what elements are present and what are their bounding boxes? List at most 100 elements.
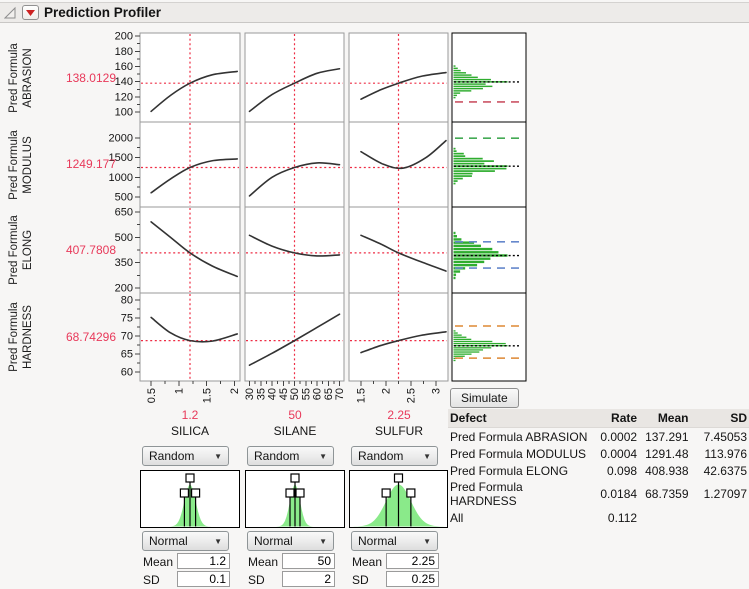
chevron-down-icon: ▼ <box>319 452 327 461</box>
factor-distribution-plot[interactable] <box>140 470 240 528</box>
x-axis: 1.522.53 <box>356 381 443 403</box>
simulation-histogram <box>452 122 526 207</box>
defect-table-cell: 137.291 <box>639 428 690 446</box>
distribution-type-dropdown[interactable]: Normal ▼ <box>351 531 438 551</box>
sd-handle[interactable] <box>382 489 390 497</box>
factor-distribution-plot[interactable] <box>245 470 345 528</box>
svg-text:500: 500 <box>115 192 133 204</box>
defect-table-cell <box>691 509 749 526</box>
sd-handle[interactable] <box>407 489 415 497</box>
mean-handle[interactable] <box>291 474 299 482</box>
sd-input[interactable] <box>177 571 230 587</box>
response-axis-label-elong: Pred FormulaELONG <box>1 207 41 293</box>
defect-table-cell: 1.27097 <box>691 479 749 509</box>
defect-table-cell: 68.7359 <box>639 479 690 509</box>
defect-table-cell: Pred Formula HARDNESS <box>448 479 592 509</box>
factor-distribution-plot[interactable] <box>349 470 448 528</box>
sd-handle[interactable] <box>192 489 200 497</box>
mean-handle[interactable] <box>186 474 194 482</box>
defect-table-cell: 0.0004 <box>592 445 639 462</box>
defect-col-header: Mean <box>639 409 690 428</box>
svg-text:500: 500 <box>115 232 133 244</box>
svg-text:200: 200 <box>115 31 133 43</box>
mean-label: Mean <box>248 555 278 569</box>
distribution-type-dropdown[interactable]: Normal ▼ <box>142 531 229 551</box>
chevron-down-icon: ▼ <box>423 452 431 461</box>
simulate-button[interactable]: Simulate <box>450 388 519 408</box>
defect-table-cell: 408.938 <box>639 462 690 479</box>
svg-text:45: 45 <box>278 388 290 400</box>
mean-input[interactable] <box>177 553 230 569</box>
svg-text:200: 200 <box>115 282 133 294</box>
chevron-down-icon: ▼ <box>319 537 327 546</box>
profile-cell-ELONG-SULFUR[interactable] <box>349 207 448 293</box>
mean-handle[interactable] <box>395 474 403 482</box>
svg-text:70: 70 <box>121 331 133 343</box>
distribution-type-dropdown[interactable]: Normal ▼ <box>247 531 334 551</box>
sd-handle[interactable] <box>296 489 304 497</box>
factor-current-value[interactable]: 1.2 <box>140 408 240 422</box>
svg-text:350: 350 <box>115 257 133 269</box>
profile-cell-ABRASION-SILICA[interactable] <box>140 33 240 122</box>
profile-cell-ABRASION-SILANE[interactable] <box>245 33 344 122</box>
profile-cell-ELONG-SILANE[interactable] <box>245 207 344 293</box>
factor-random-dropdown[interactable]: Random ▼ <box>351 446 438 466</box>
svg-text:120: 120 <box>115 91 133 103</box>
svg-text:1.5: 1.5 <box>201 388 213 403</box>
svg-text:3: 3 <box>431 388 443 394</box>
response-current-value: 1249.177 <box>48 157 116 171</box>
factor-current-value[interactable]: 50 <box>245 408 345 422</box>
sd-input[interactable] <box>282 571 335 587</box>
defect-table-row: Pred Formula ABRASION0.0002137.2917.4505… <box>448 428 749 446</box>
mean-input[interactable] <box>282 553 335 569</box>
svg-text:80: 80 <box>121 295 133 307</box>
factor-current-value[interactable]: 2.25 <box>349 408 449 422</box>
profile-cell-MODULUS-SILANE[interactable] <box>245 122 344 207</box>
svg-text:140: 140 <box>115 76 133 88</box>
profile-cell-ABRASION-SULFUR[interactable] <box>349 33 448 122</box>
defect-table-row: Pred Formula HARDNESS0.018468.73591.2709… <box>448 479 749 509</box>
defect-table-cell: Pred Formula ELONG <box>448 462 592 479</box>
profile-cell-MODULUS-SULFUR[interactable] <box>349 122 448 207</box>
defect-table-cell <box>639 509 690 526</box>
response-current-value: 138.0129 <box>48 71 116 85</box>
sd-handle[interactable] <box>180 489 188 497</box>
defect-table-cell: 7.45053 <box>691 428 749 446</box>
x-axis: 0.511.52 <box>146 381 241 403</box>
profile-cell-HARDNESS-SILANE[interactable] <box>245 293 344 381</box>
factor-name-label: SULFUR <box>349 424 449 438</box>
profile-cell-HARDNESS-SILICA[interactable] <box>140 293 240 381</box>
svg-text:1000: 1000 <box>109 172 133 184</box>
response-current-value: 68.74296 <box>48 330 116 344</box>
chevron-down-icon: ▼ <box>214 537 222 546</box>
svg-text:65: 65 <box>323 388 335 400</box>
svg-text:160: 160 <box>115 61 133 73</box>
svg-text:2.5: 2.5 <box>406 388 418 403</box>
sd-handle[interactable] <box>286 489 294 497</box>
svg-text:650: 650 <box>115 207 133 219</box>
svg-text:180: 180 <box>115 46 133 58</box>
defect-table: DefectRateMeanSD Pred Formula ABRASION0.… <box>448 409 749 526</box>
defect-table-cell: Pred Formula MODULUS <box>448 445 592 462</box>
svg-text:2: 2 <box>381 388 393 394</box>
x-axis: 303540455055606570 <box>244 381 346 400</box>
factor-random-dropdown[interactable]: Random ▼ <box>247 446 334 466</box>
svg-text:65: 65 <box>121 349 133 361</box>
defect-table-cell: 113.976 <box>691 445 749 462</box>
svg-text:100: 100 <box>115 107 133 119</box>
defect-table-row: All0.112 <box>448 509 749 526</box>
svg-text:60: 60 <box>121 367 133 379</box>
profile-cell-MODULUS-SILICA[interactable] <box>140 122 240 207</box>
svg-text:1: 1 <box>174 388 186 394</box>
sd-input[interactable] <box>386 571 439 587</box>
sd-label: SD <box>248 573 265 587</box>
profile-cell-HARDNESS-SULFUR[interactable] <box>349 293 448 381</box>
profile-cell-ELONG-SILICA[interactable] <box>140 207 240 293</box>
y-axis: 100 120 140 160 180 200 <box>115 31 140 119</box>
mean-input[interactable] <box>386 553 439 569</box>
svg-text:0.5: 0.5 <box>146 388 158 403</box>
defect-col-header: Defect <box>448 409 592 428</box>
factor-random-dropdown[interactable]: Random ▼ <box>142 446 229 466</box>
simulation-histogram <box>452 207 526 293</box>
y-axis: 200 350 500 650 <box>115 207 140 295</box>
